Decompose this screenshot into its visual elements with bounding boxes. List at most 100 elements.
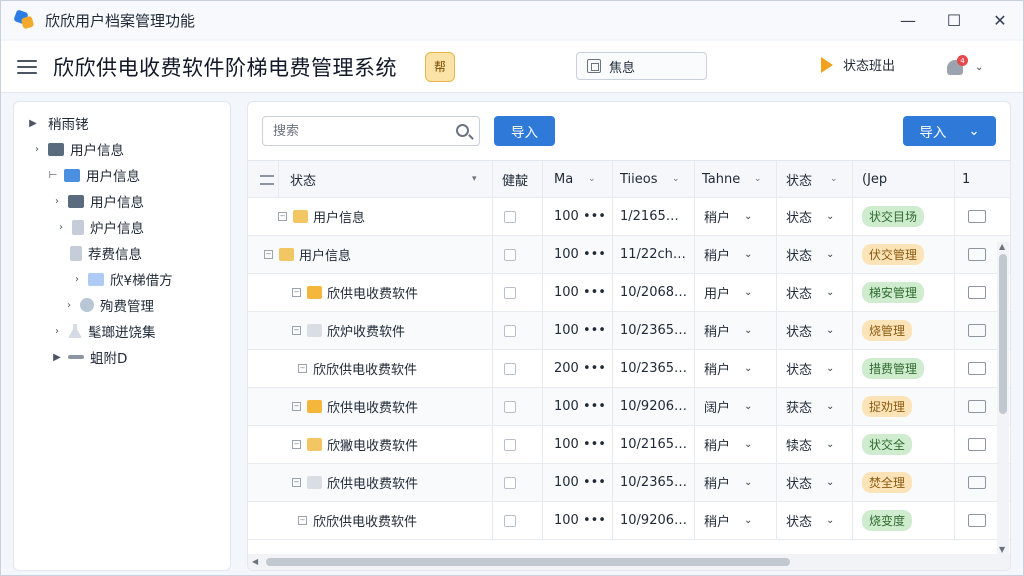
vertical-scrollbar[interactable]: ▲ ▼: [997, 242, 1009, 554]
expand-toggle-icon[interactable]: −: [278, 212, 287, 221]
card-icon[interactable]: [968, 514, 986, 527]
chevron-down-icon[interactable]: ⌄: [744, 477, 752, 488]
row-checkbox[interactable]: [504, 438, 516, 451]
chevron-down-icon[interactable]: ⌄: [826, 287, 834, 298]
expand-arrow-icon[interactable]: ›: [30, 144, 44, 155]
row-state-select[interactable]: 获态 ⌄: [786, 388, 850, 425]
expand-toggle-icon[interactable]: −: [292, 478, 301, 487]
expand-toggle-icon[interactable]: −: [292, 440, 301, 449]
chevron-down-icon[interactable]: ⌄: [744, 325, 752, 336]
scroll-up-icon[interactable]: ▲: [999, 242, 1005, 251]
chevron-down-icon[interactable]: ⌄: [744, 249, 752, 260]
close-button[interactable]: ✕: [977, 1, 1023, 39]
row-state-select[interactable]: 状态 ⌄: [786, 350, 850, 387]
row-type-select[interactable]: 稍户 ⌄: [704, 236, 774, 273]
table-row[interactable]: − 欣炉收费软件 100 ••• 10/2365… 稍户 ⌄ 状态 ⌄ 烧管理: [248, 312, 1010, 350]
row-name-cell[interactable]: − 用户信息: [278, 198, 476, 235]
row-checkbox[interactable]: [504, 210, 516, 223]
card-icon[interactable]: [968, 362, 986, 375]
table-row[interactable]: − 欣欣供电收费软件 100 ••• 10/9206… 稍户 ⌄ 状态 ⌄ 烧变…: [248, 502, 1010, 540]
table-row[interactable]: − 用户信息 100 ••• 1/2165… 稍户 ⌄ 状态 ⌄ 状交目场: [248, 198, 1010, 236]
row-state-select[interactable]: 状态 ⌄: [786, 274, 850, 311]
row-name-cell[interactable]: − 欣欣供电收费软件: [298, 350, 476, 387]
row-name-cell[interactable]: − 欣供电收费软件: [292, 464, 476, 501]
row-checkbox[interactable]: [504, 476, 516, 489]
row-state-select[interactable]: 状态 ⌄: [786, 502, 850, 539]
row-checkbox-cell[interactable]: [504, 236, 534, 273]
row-action-cell[interactable]: [968, 426, 992, 463]
tree-item-9[interactable]: ▶ 蛆附D: [14, 344, 230, 370]
tree-item-1[interactable]: › 用户信息: [14, 136, 230, 162]
column-header-time[interactable]: Tiieos: [620, 161, 680, 198]
card-icon[interactable]: [968, 438, 986, 451]
chevron-down-icon[interactable]: ⌄: [744, 211, 752, 222]
minimize-button[interactable]: —: [885, 1, 931, 39]
status-button[interactable]: 状态班出: [821, 55, 895, 74]
horizontal-scrollbar[interactable]: ◀: [248, 554, 1010, 570]
row-type-select[interactable]: 用户 ⌄: [704, 274, 774, 311]
chevron-down-icon[interactable]: ⌄: [672, 174, 680, 184]
scroll-down-icon[interactable]: ▼: [999, 545, 1005, 554]
row-name-cell[interactable]: − 欣炉收费软件: [292, 312, 476, 349]
import-button[interactable]: 导入: [494, 116, 555, 146]
row-name-cell[interactable]: − 欣供电收费软件: [292, 388, 476, 425]
chevron-down-icon[interactable]: ⌄: [744, 363, 752, 374]
import-dropdown-button[interactable]: 导入 ⌄: [903, 116, 996, 146]
row-checkbox[interactable]: [504, 248, 516, 261]
row-action-cell[interactable]: [968, 388, 992, 425]
table-row[interactable]: − 欣供电收费软件 100 ••• 10/2365… 稍户 ⌄ 状态 ⌄ 焚全理: [248, 464, 1010, 502]
tree-item-2[interactable]: ⊢ 用户信息: [14, 162, 230, 188]
table-row[interactable]: − 欣供电收费软件 100 ••• 10/9206… 阔户 ⌄ 获态 ⌄ 捉劝理: [248, 388, 1010, 426]
table-row[interactable]: − 用户信息 100 ••• 11/22ch… 稍户 ⌄ 状态 ⌄ 伏交管理: [248, 236, 1010, 274]
row-checkbox-cell[interactable]: [504, 350, 534, 387]
row-action-cell[interactable]: [968, 502, 992, 539]
search-icon[interactable]: [456, 124, 469, 137]
chevron-down-icon[interactable]: ⌄: [826, 439, 834, 450]
row-action-cell[interactable]: [968, 350, 992, 387]
row-checkbox[interactable]: [504, 324, 516, 337]
expand-arrow-icon[interactable]: ▶: [50, 352, 64, 363]
expand-toggle-icon[interactable]: −: [292, 326, 301, 335]
expand-arrow-icon[interactable]: ›: [62, 300, 76, 311]
chevron-down-icon[interactable]: ⌄: [744, 439, 752, 450]
row-action-cell[interactable]: [968, 236, 992, 273]
chevron-down-icon[interactable]: ⌄: [744, 515, 752, 526]
row-checkbox-cell[interactable]: [504, 388, 534, 425]
row-name-cell[interactable]: − 欣欣供电收费软件: [298, 502, 476, 539]
card-icon[interactable]: [968, 286, 986, 299]
row-state-select[interactable]: 状态 ⌄: [786, 464, 850, 501]
expand-arrow-icon[interactable]: ›: [50, 196, 64, 207]
row-type-select[interactable]: 稍户 ⌄: [704, 464, 774, 501]
expand-toggle-icon[interactable]: −: [292, 402, 301, 411]
tree-item-5[interactable]: 荐费信息: [14, 240, 230, 266]
expand-toggle-icon[interactable]: −: [264, 250, 273, 259]
row-type-select[interactable]: 稍户 ⌄: [704, 426, 774, 463]
notifications-button[interactable]: 4 ⌄: [945, 53, 991, 81]
scroll-left-icon[interactable]: ◀: [252, 557, 258, 566]
row-type-select[interactable]: 稍户 ⌄: [704, 198, 774, 235]
expand-arrow-icon[interactable]: ›: [50, 326, 64, 337]
row-checkbox-cell[interactable]: [504, 502, 534, 539]
tree-item-4[interactable]: › 炉户信息: [14, 214, 230, 240]
column-header-action[interactable]: 1: [962, 161, 992, 198]
card-icon[interactable]: [968, 210, 986, 223]
table-row[interactable]: − 欣獙电收费软件 100 ••• 10/2165… 稍户 ⌄ 犊态 ⌄ 状交全: [248, 426, 1010, 464]
row-type-select[interactable]: 稍户 ⌄: [704, 502, 774, 539]
row-action-cell[interactable]: [968, 312, 992, 349]
row-checkbox[interactable]: [504, 286, 516, 299]
table-row[interactable]: − 欣供电收费软件 100 ••• 10/2068… 用户 ⌄ 状态 ⌄ 梯安管…: [248, 274, 1010, 312]
horizontal-scroll-thumb[interactable]: [266, 558, 790, 566]
chevron-down-icon[interactable]: ⌄: [826, 211, 834, 222]
app-badge-icon[interactable]: 帮: [425, 51, 455, 82]
column-header-check[interactable]: 健靛: [502, 161, 542, 198]
tree-item-6[interactable]: › 欣¥梯借方: [14, 266, 230, 292]
expand-toggle-icon[interactable]: −: [298, 516, 307, 525]
row-type-select[interactable]: 稍户 ⌄: [704, 350, 774, 387]
expand-toggle-icon[interactable]: −: [292, 288, 301, 297]
chevron-down-icon[interactable]: ⌄: [744, 287, 752, 298]
row-name-cell[interactable]: − 欣獙电收费软件: [292, 426, 476, 463]
row-state-select[interactable]: 犊态 ⌄: [786, 426, 850, 463]
row-type-select[interactable]: 阔户 ⌄: [704, 388, 774, 425]
column-header-tahne[interactable]: Tahne: [702, 161, 762, 198]
row-action-cell[interactable]: [968, 464, 992, 501]
